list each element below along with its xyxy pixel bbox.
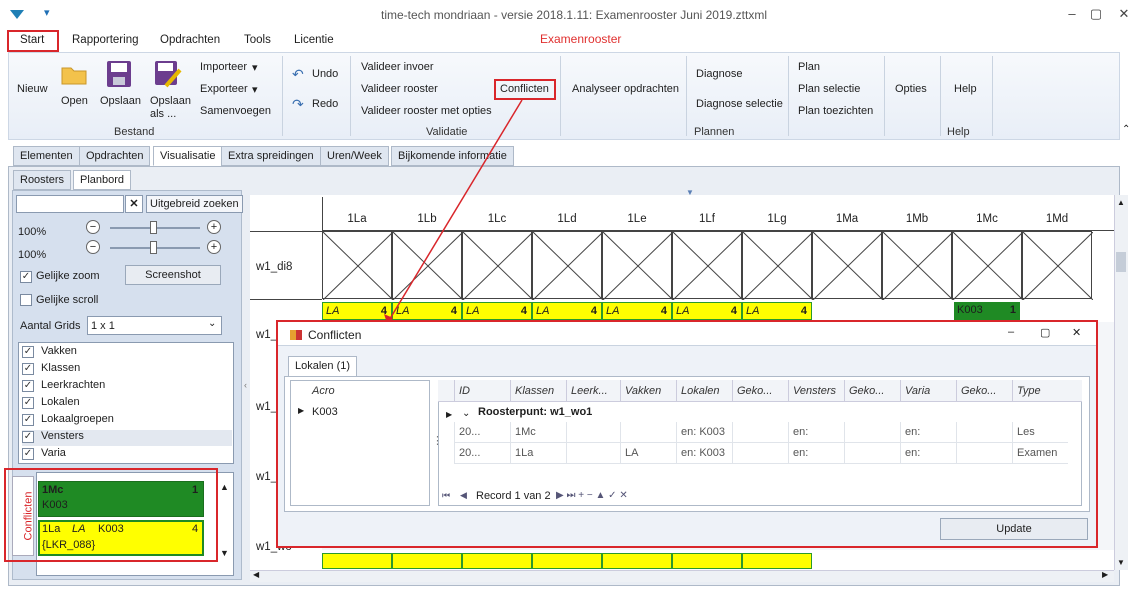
table-cell[interactable]	[566, 422, 620, 443]
table-cell[interactable]	[620, 422, 676, 443]
column-header[interactable]: Klassen	[510, 380, 566, 402]
update-button[interactable]: Update	[940, 518, 1088, 540]
acro-list	[290, 380, 430, 506]
table-cell[interactable]	[956, 422, 1012, 443]
group-row: Roosterpunt: w1_wo1	[478, 406, 593, 418]
dialog-minimize-button[interactable]: –	[1008, 326, 1014, 338]
table-cell[interactable]: en:	[900, 422, 956, 443]
expand-icon[interactable]: ▶	[446, 410, 452, 419]
table-cell[interactable]: 20...	[454, 443, 510, 464]
column-header[interactable]: Geko...	[732, 380, 788, 402]
table-cell[interactable]	[956, 443, 1012, 464]
column-header[interactable]: Vakken	[620, 380, 676, 402]
table-cell[interactable]: Les	[1012, 422, 1068, 443]
dialog-app-icon	[290, 330, 302, 340]
table-cell[interactable]: Examen	[1012, 443, 1068, 464]
column-header[interactable]: Lokalen	[676, 380, 732, 402]
table-cell[interactable]: en:	[788, 422, 844, 443]
table-cell[interactable]: en:	[900, 443, 956, 464]
nav-prev-icon[interactable]: ◀	[460, 490, 467, 501]
column-header[interactable]: Vensters	[788, 380, 844, 402]
table-cell[interactable]: 1La	[510, 443, 566, 464]
table-cell[interactable]: en: K003	[676, 422, 732, 443]
column-header[interactable]: Type	[1012, 380, 1068, 402]
table-cell[interactable]	[566, 443, 620, 464]
table-cell[interactable]	[844, 443, 900, 464]
table-cell[interactable]: LA	[620, 443, 676, 464]
record-nav: Record 1 van 2	[476, 490, 551, 502]
conflicten-dialog: Conflicten – ▢ ✕ Lokalen (1) Acro ▶ K003…	[276, 320, 1098, 548]
column-header[interactable]: Leerk...	[566, 380, 620, 402]
collapse-group-icon[interactable]: ⌄	[462, 408, 470, 419]
column-header[interactable]: ID	[454, 380, 510, 402]
dialog-close-button[interactable]: ✕	[1072, 326, 1081, 339]
dialog-tab-lokalen[interactable]: Lokalen (1)	[288, 356, 358, 376]
row-indicator-icon: ▶	[298, 406, 305, 415]
table-cell[interactable]: 20...	[454, 422, 510, 443]
dialog-title: Conflicten	[308, 328, 362, 342]
dialog-maximize-button[interactable]: ▢	[1040, 326, 1050, 339]
nav-first-icon[interactable]: ⏮	[442, 490, 450, 501]
table-cell[interactable]	[844, 422, 900, 443]
table-cell[interactable]	[732, 422, 788, 443]
table-cell[interactable]	[732, 443, 788, 464]
nav-buttons-icon[interactable]: ▶ ⏭ + − ▲ ✓ ✕	[556, 490, 628, 501]
table-cell[interactable]: 1Mc	[510, 422, 566, 443]
column-header[interactable]: Geko...	[956, 380, 1012, 402]
table-cell[interactable]: en:	[788, 443, 844, 464]
column-header[interactable]: Varia	[900, 380, 956, 402]
acro-row-k003[interactable]: K003	[312, 406, 338, 418]
column-header[interactable]: Geko...	[844, 380, 900, 402]
dialog-titlebar	[278, 322, 1096, 346]
table-cell[interactable]: en: K003	[676, 443, 732, 464]
acro-header: Acro	[312, 385, 335, 397]
